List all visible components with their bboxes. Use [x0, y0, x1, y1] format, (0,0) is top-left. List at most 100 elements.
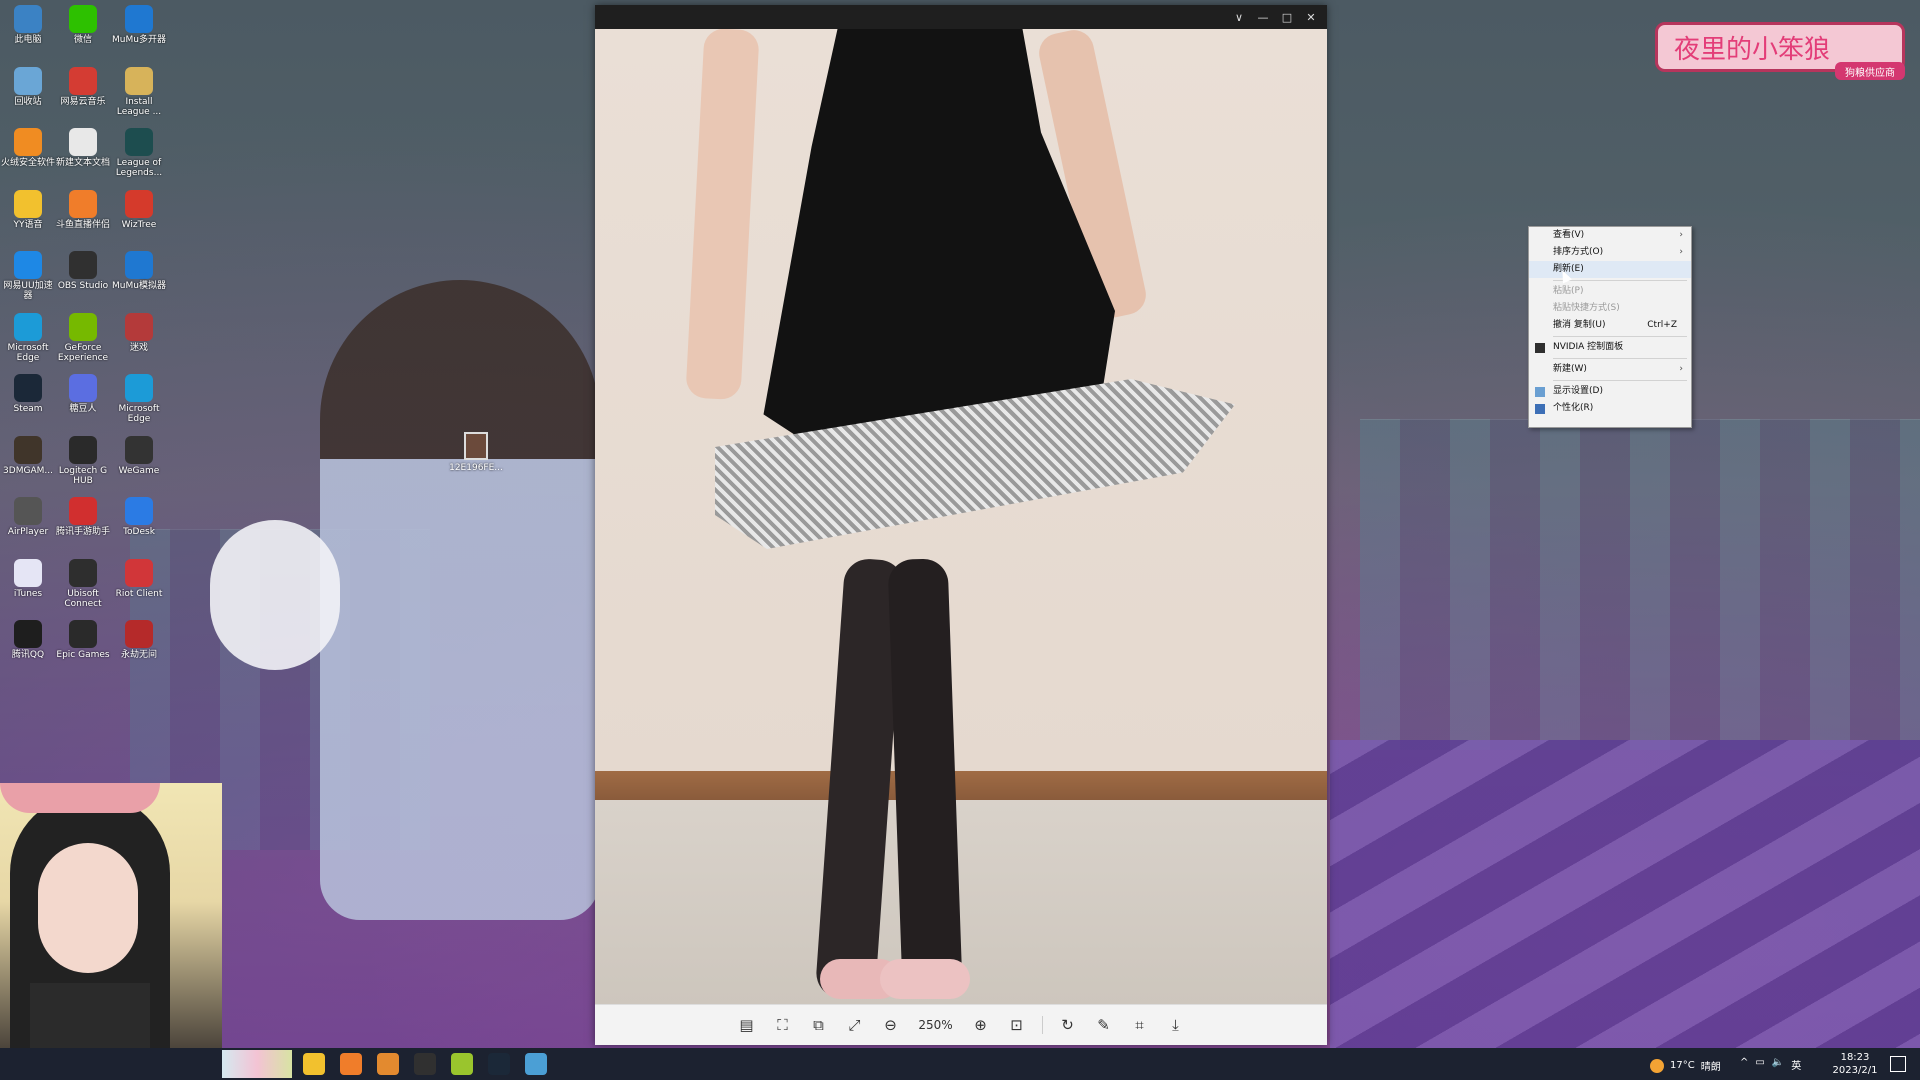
- desktop-icon[interactable]: Riot Client: [111, 558, 167, 599]
- obs-icon[interactable]: [414, 1053, 436, 1075]
- toolbar-divider: [1041, 1016, 1043, 1034]
- download-icon[interactable]: ⤓: [1165, 1014, 1187, 1036]
- 3dm-icon: [14, 435, 42, 464]
- desktop-icon[interactable]: Logitech G HUB: [55, 435, 111, 486]
- desktop-icon[interactable]: 腾讯手游助手: [55, 497, 111, 537]
- desktop-icon[interactable]: 腾讯QQ: [0, 620, 56, 660]
- desktop-icon[interactable]: 斗鱼直播伴侣: [55, 189, 111, 230]
- taskbar-thumbnail[interactable]: [222, 1050, 292, 1078]
- context-menu-item[interactable]: 排序方式(O) ›: [1529, 244, 1691, 261]
- image-viewer-window[interactable]: ∨ — □ ✕ ▤ ⛶ ⧉ ⤢ ⊖ 250% ⊕ ⊡ ↻ ✎ ⌗ ⤓: [595, 5, 1327, 1045]
- nvidia-icon: [1535, 343, 1545, 353]
- weather-temp: 17°C: [1670, 1060, 1695, 1071]
- rotate-icon[interactable]: ↻: [1057, 1014, 1079, 1036]
- desktop-icon[interactable]: Ubisoft Connect: [55, 558, 111, 609]
- watermark-subtitle: 狗粮供应商: [1835, 62, 1905, 80]
- desktop-icon-label: 网易云音乐: [60, 96, 106, 107]
- airplayer-icon: [14, 497, 42, 525]
- screenshot-icon[interactable]: ⛶: [772, 1014, 794, 1036]
- desktop-icon-label: Riot Client: [115, 588, 163, 599]
- desktop-icon[interactable]: 微信: [55, 5, 111, 45]
- desktop-icon[interactable]: WizTree: [111, 189, 167, 230]
- context-menu-separator: [1553, 280, 1687, 281]
- notification-icon[interactable]: [1890, 1056, 1906, 1072]
- input-language[interactable]: 英: [1791, 1057, 1801, 1072]
- douyu-icon[interactable]: [340, 1053, 362, 1075]
- wallpaper-bed: [1330, 740, 1920, 1080]
- context-menu-separator: [1553, 358, 1687, 359]
- context-menu-item[interactable]: 显示设置(D): [1529, 383, 1691, 400]
- desktop-icon-label: Steam: [13, 404, 43, 414]
- desktop-icon[interactable]: Microsoft Edge: [111, 374, 167, 424]
- zoom-in-icon[interactable]: ⊕: [970, 1014, 992, 1036]
- desktop-icon[interactable]: MuMu多开器: [111, 5, 167, 45]
- desktop-icon[interactable]: 迷戏: [111, 312, 167, 353]
- crop-icon[interactable]: ⌗: [1129, 1014, 1151, 1036]
- zoom-out-icon[interactable]: ⊖: [880, 1014, 902, 1036]
- desktop-icon[interactable]: 回收站: [0, 66, 56, 107]
- weather-desc: 晴朗: [1700, 1062, 1721, 1073]
- desktop-icon[interactable]: YY语音: [0, 189, 56, 230]
- edge-icon: [125, 374, 153, 402]
- edit-icon[interactable]: ✎: [1093, 1014, 1115, 1036]
- desktop-icon[interactable]: 火绒安全软件: [0, 128, 56, 168]
- wallpaper-girl: [320, 280, 600, 920]
- desktop-file-label: 12E196FE...: [449, 463, 503, 473]
- photo-arm-left: [685, 29, 760, 401]
- browser-icon[interactable]: [525, 1053, 547, 1075]
- taskbar-clock[interactable]: 18:23 2023/2/1: [1825, 1051, 1885, 1077]
- desktop-icon[interactable]: 糖豆人: [55, 374, 111, 414]
- desktop-icon[interactable]: ToDesk: [111, 497, 167, 537]
- geforce-icon[interactable]: [451, 1053, 473, 1075]
- desktop-icon[interactable]: AirPlayer: [0, 497, 56, 537]
- collapse-button[interactable]: ∨: [1227, 5, 1251, 29]
- viewer-toolbar: ▤ ⛶ ⧉ ⤢ ⊖ 250% ⊕ ⊡ ↻ ✎ ⌗ ⤓: [595, 1004, 1327, 1045]
- fit-window-icon[interactable]: ▤: [736, 1014, 758, 1036]
- chevron-right-icon: ›: [1679, 247, 1683, 257]
- viewer-titlebar[interactable]: ∨ — □ ✕: [595, 5, 1327, 29]
- tray-chevron-icon[interactable]: ^: [1740, 1057, 1748, 1072]
- douyu-alt-icon[interactable]: [377, 1053, 399, 1075]
- context-menu-item[interactable]: 查看(V) ›: [1529, 227, 1691, 244]
- desktop-icon[interactable]: Epic Games: [55, 620, 111, 660]
- desktop-icon[interactable]: 此电脑: [0, 5, 56, 45]
- desktop-icon[interactable]: 网易云音乐: [55, 66, 111, 107]
- desktop-icon[interactable]: Microsoft Edge: [0, 312, 56, 363]
- yy-icon[interactable]: [303, 1053, 325, 1075]
- context-menu-item[interactable]: 撤消 复制(U) Ctrl+Z: [1529, 317, 1691, 334]
- context-menu-item[interactable]: 新建(W) ›: [1529, 361, 1691, 378]
- compare-icon[interactable]: ⧉: [808, 1014, 830, 1036]
- desktop-icon[interactable]: 新建文本文档: [55, 128, 111, 168]
- desktop-icon[interactable]: iTunes: [0, 558, 56, 599]
- desktop-icon-label: 3DMGAM...: [3, 465, 53, 476]
- desktop-icon[interactable]: League of Legends...: [111, 128, 167, 178]
- context-menu-item: 粘贴(P): [1529, 283, 1691, 300]
- wegame-icon: [125, 435, 153, 464]
- desktop-icon[interactable]: 永劫无间: [111, 620, 167, 660]
- weather-widget[interactable]: 17°C 晴朗: [1650, 1058, 1721, 1073]
- close-button[interactable]: ✕: [1299, 5, 1323, 29]
- desktop-icon[interactable]: 网易UU加速器: [0, 251, 56, 301]
- fullscreen-icon[interactable]: ⤢: [844, 1014, 866, 1036]
- viewer-photo[interactable]: [595, 29, 1327, 1005]
- desktop-icon-label: YY语音: [13, 219, 43, 230]
- desktop-file-image[interactable]: 12E196FE...: [446, 432, 506, 473]
- desktop-icon[interactable]: Steam: [0, 374, 56, 414]
- volume-icon[interactable]: 🔈: [1772, 1057, 1784, 1072]
- clock-date: 2023/2/1: [1832, 1065, 1878, 1076]
- minimize-button[interactable]: —: [1251, 5, 1275, 29]
- actual-size-icon[interactable]: ⊡: [1006, 1014, 1028, 1036]
- maximize-button[interactable]: □: [1275, 5, 1299, 29]
- desktop-icon[interactable]: Install League ...: [111, 66, 167, 117]
- steam-icon[interactable]: [488, 1053, 510, 1075]
- network-icon[interactable]: ▭: [1755, 1057, 1764, 1072]
- desktop-icon[interactable]: GeForce Experience: [55, 312, 111, 363]
- context-menu-item[interactable]: 个性化(R): [1529, 400, 1691, 417]
- desktop-icon[interactable]: MuMu模拟器: [111, 251, 167, 291]
- desktop-icon[interactable]: OBS Studio: [55, 251, 111, 291]
- desktop-icon-label: OBS Studio: [57, 281, 109, 291]
- context-menu-item[interactable]: 刷新(E): [1529, 261, 1691, 278]
- desktop-icon[interactable]: WeGame: [111, 435, 167, 476]
- context-menu-item[interactable]: NVIDIA 控制面板: [1529, 339, 1691, 356]
- desktop-icon[interactable]: 3DMGAM...: [0, 435, 56, 476]
